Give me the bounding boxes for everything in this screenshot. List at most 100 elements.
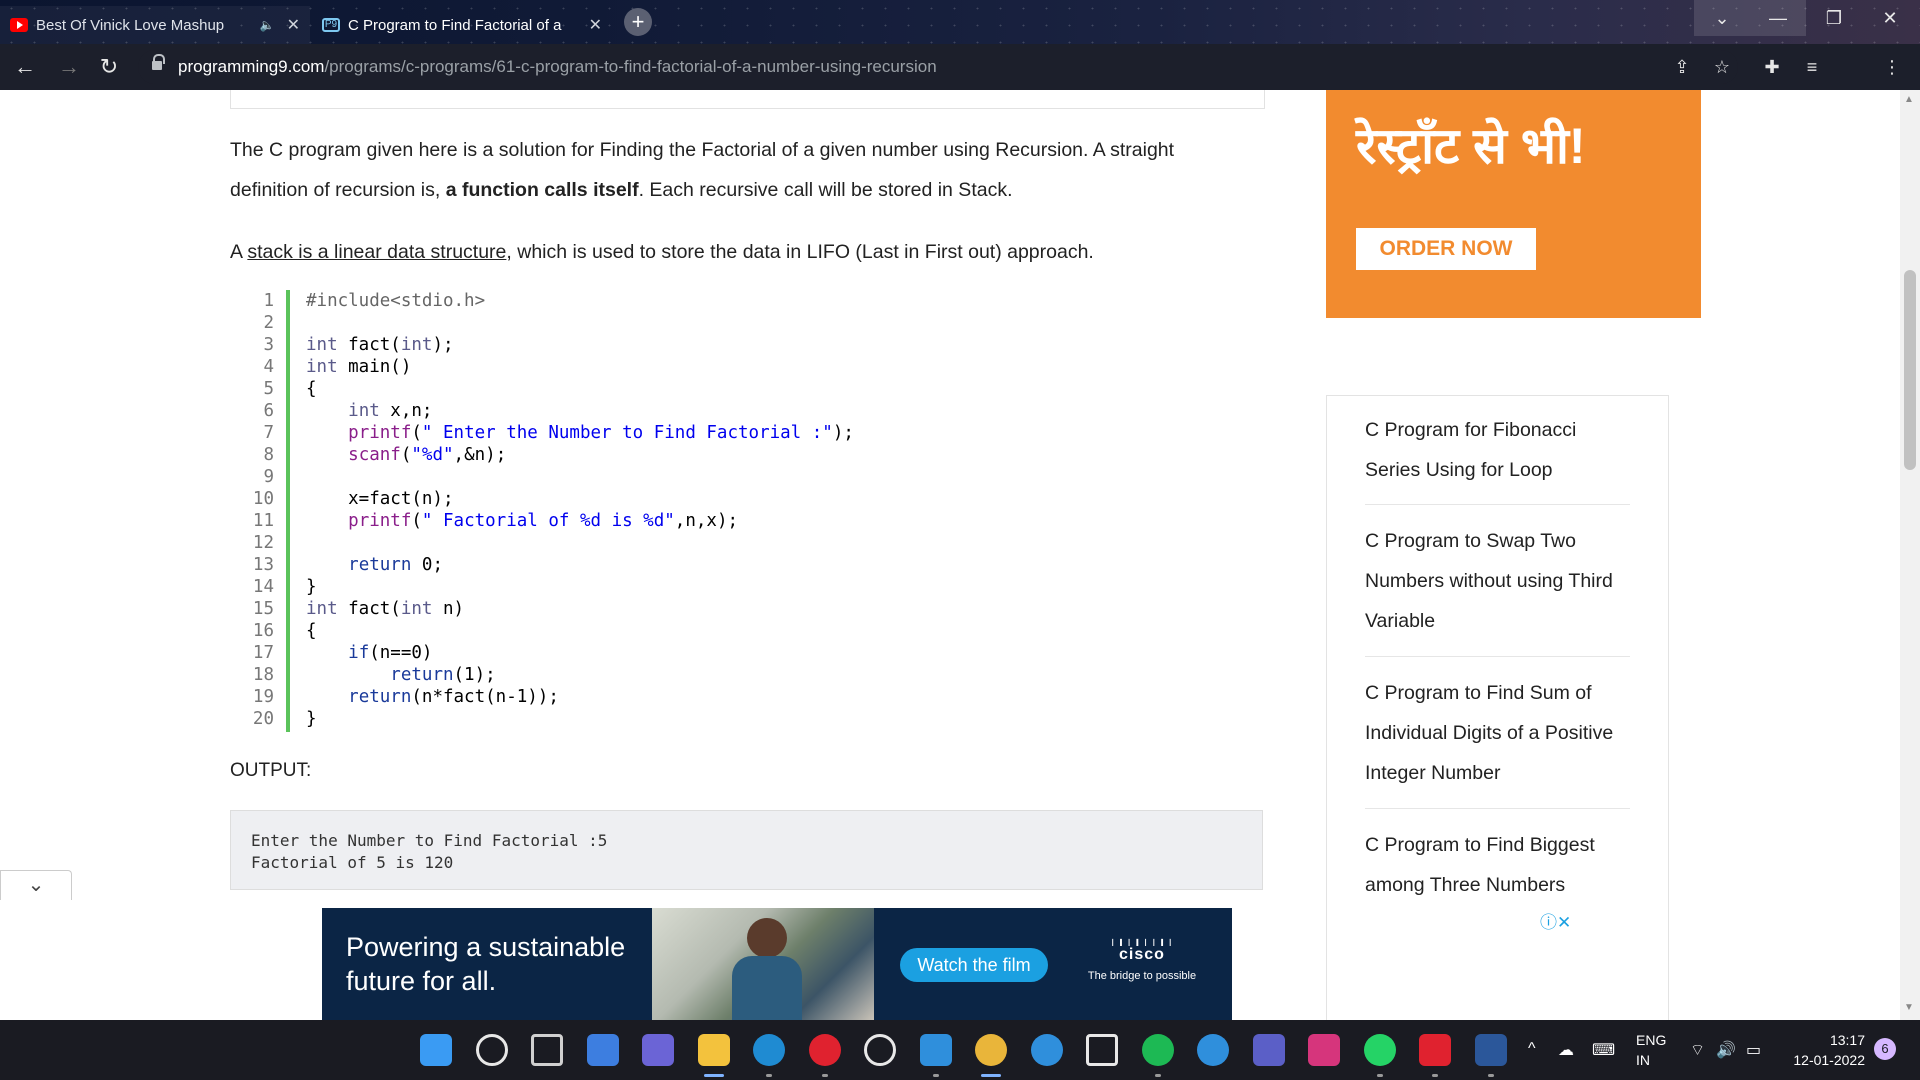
line-number: 10 <box>252 489 274 509</box>
github-icon[interactable] <box>864 1034 896 1066</box>
line-number: 6 <box>263 401 274 421</box>
edge-icon[interactable] <box>753 1034 785 1077</box>
code-line: int x,n; <box>348 401 433 421</box>
chrome-icon[interactable] <box>975 1034 1007 1077</box>
divider <box>1365 808 1630 809</box>
line-number: 5 <box>263 379 274 399</box>
adchoices-icon[interactable]: ⓘ✕ <box>1540 908 1571 933</box>
web-page: The C program given here is a solution f… <box>0 90 1920 1020</box>
line-number: 2 <box>263 313 274 333</box>
watch-film-button[interactable]: Watch the film <box>900 948 1048 982</box>
stack-paragraph: A stack is a linear data structure, whic… <box>230 241 1094 263</box>
code-line: int fact(int); <box>306 335 454 355</box>
instagram-icon[interactable] <box>1308 1034 1340 1066</box>
stack-link[interactable]: stack is a linear data structure <box>247 241 506 263</box>
keyboard-icon[interactable]: ⌨ <box>1592 1040 1615 1060</box>
speaker-icon[interactable]: 🔈 <box>260 18 275 32</box>
windows-start-icon[interactable] <box>420 1034 452 1066</box>
help-icon[interactable] <box>1030 1034 1063 1066</box>
page-scrollbar[interactable]: ▲ ▼ <box>1900 90 1920 1020</box>
search-icon[interactable] <box>475 1034 508 1066</box>
divider <box>1365 504 1630 505</box>
code-line: } <box>306 709 317 729</box>
line-number: 16 <box>252 621 274 641</box>
code-line: int main() <box>306 357 412 377</box>
related-link[interactable]: C Program to Find Sum of Individual Digi… <box>1365 673 1635 793</box>
line-number: 14 <box>252 577 274 597</box>
code-line: printf(" Factorial of %d is %d",n,x); <box>348 511 739 531</box>
tab-factorial[interactable]: P9 C Program to Find Factorial of a ✕ <box>312 6 612 44</box>
line-number: 18 <box>252 665 274 685</box>
tab-title: C Program to Find Factorial of a <box>348 16 562 34</box>
back-icon[interactable]: ← <box>12 54 38 80</box>
related-link[interactable]: C Program to Swap Two Numbers without us… <box>1365 521 1635 641</box>
p9-favicon: P9 <box>322 18 340 32</box>
share-icon[interactable]: ⇪ <box>1670 55 1694 79</box>
file-explorer-icon[interactable] <box>697 1034 730 1077</box>
scroll-down-icon[interactable]: ▼ <box>1904 1002 1914 1013</box>
clock-date[interactable]: 12-01-2022 <box>1780 1052 1865 1068</box>
opera-icon[interactable] <box>808 1034 841 1077</box>
wifi-icon[interactable]: ⌔ <box>1690 1040 1705 1060</box>
line-number: 20 <box>252 709 274 729</box>
code-lines: #include<stdio.h> int fact(int); int main… <box>306 290 854 730</box>
bookmark-star-icon[interactable]: ☆ <box>1710 55 1734 79</box>
language-region[interactable]: IN <box>1636 1052 1650 1068</box>
menu-icon[interactable]: ⋮ <box>1880 55 1904 79</box>
cisco-bars-icon: ╷╻╷╻╷╷╻╷ <box>1109 932 1175 946</box>
restore-button[interactable]: ❐ <box>1806 0 1862 36</box>
code-line: } <box>306 577 317 597</box>
media-control-icon[interactable]: ≡ <box>1800 55 1824 79</box>
divider <box>1365 656 1630 657</box>
tab-music[interactable]: Best Of Vinick Love Mashup 🔈 ✕ <box>0 6 310 44</box>
teams-chat-icon[interactable] <box>642 1034 674 1066</box>
spotify-icon[interactable] <box>1141 1034 1174 1077</box>
minimize-button[interactable]: — <box>1750 0 1806 36</box>
store-icon[interactable] <box>1086 1034 1118 1066</box>
close-tab-icon[interactable]: ✕ <box>287 15 300 35</box>
cortana-icon[interactable] <box>1197 1034 1229 1066</box>
order-now-button[interactable]: ORDER NOW <box>1356 228 1536 270</box>
banner-advertisement[interactable]: Powering a sustainable future for all. W… <box>322 908 1232 1020</box>
related-link[interactable]: C Program for Fibonacci Series Using for… <box>1365 410 1635 490</box>
scroll-up-icon[interactable]: ▲ <box>1904 94 1914 105</box>
related-link[interactable]: C Program to Find Biggest among Three Nu… <box>1365 825 1635 905</box>
widgets-icon[interactable] <box>586 1034 619 1066</box>
language-indicator[interactable]: ENG <box>1636 1032 1666 1048</box>
reload-icon[interactable]: ↻ <box>96 54 122 80</box>
tab-search-icon[interactable]: ⌄ <box>1694 0 1750 36</box>
code-line: if(n==0) <box>348 643 433 663</box>
banner-tagline: The bridge to possible <box>1087 970 1197 982</box>
close-window-button[interactable]: ✕ <box>1862 0 1918 36</box>
volume-icon[interactable]: 🔊 <box>1716 1040 1736 1060</box>
close-tab-icon[interactable]: ✕ <box>589 15 602 35</box>
task-view-icon[interactable] <box>531 1034 563 1066</box>
extensions-icon[interactable]: ✚ <box>1760 55 1784 79</box>
code-line: #include<stdio.h> <box>306 291 486 311</box>
onedrive-icon[interactable]: ☁ <box>1558 1040 1574 1060</box>
scroll-thumb[interactable] <box>1904 270 1916 470</box>
code-line: { <box>306 379 317 399</box>
word-icon[interactable] <box>1474 1034 1507 1077</box>
collapse-ad-button[interactable]: ⌄ <box>0 870 72 900</box>
line-number: 19 <box>252 687 274 707</box>
line-number: 9 <box>263 467 274 487</box>
url-text[interactable]: programming9.com/programs/c-programs/61-… <box>178 57 937 77</box>
acrobat-icon[interactable] <box>1419 1034 1451 1077</box>
clock-time[interactable]: 13:17 <box>1780 1032 1865 1048</box>
side-advertisement[interactable]: रेस्ट्राँट से भी! ORDER NOW <box>1326 90 1701 318</box>
bold-phrase: a function calls itself <box>445 179 639 201</box>
code-accent-bar <box>286 290 290 732</box>
forward-icon[interactable]: → <box>56 54 82 80</box>
line-number: 17 <box>252 643 274 663</box>
teams-icon[interactable] <box>1252 1034 1285 1066</box>
notification-badge[interactable]: 6 <box>1874 1038 1896 1060</box>
new-tab-button[interactable]: + <box>624 8 652 36</box>
output-line: Factorial of 5 is 120 <box>251 853 454 872</box>
vscode-icon[interactable] <box>919 1034 952 1077</box>
whatsapp-icon[interactable] <box>1363 1034 1396 1077</box>
battery-icon[interactable]: ▭ <box>1746 1040 1761 1060</box>
show-hidden-icons[interactable]: ^ <box>1528 1040 1536 1058</box>
